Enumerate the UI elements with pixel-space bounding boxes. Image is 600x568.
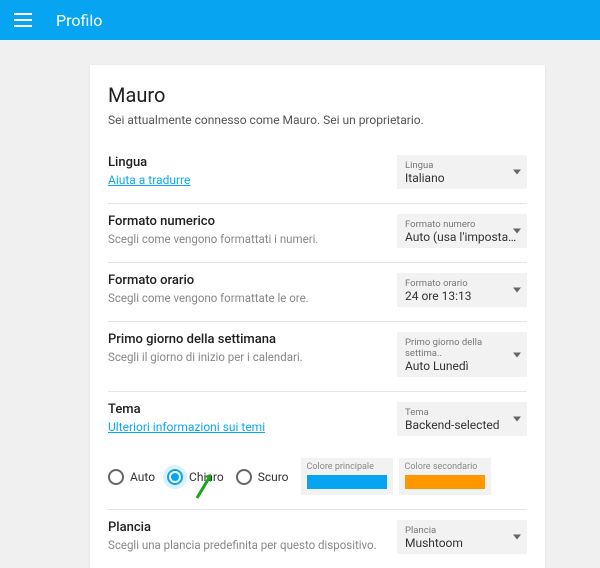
first-day-select-value: Auto Lunedì [405, 359, 519, 373]
language-select[interactable]: Lingua Italiano [397, 155, 527, 189]
theme-title: Tema [108, 402, 385, 417]
theme-radio-light[interactable] [167, 469, 183, 485]
top-bar: Profilo [0, 0, 600, 40]
chevron-down-icon [513, 352, 521, 357]
first-day-desc: Scegli il giorno di inizio per i calenda… [108, 350, 385, 364]
dashboard-title: Plancia [108, 520, 385, 535]
secondary-color-box: Colore secondario [399, 458, 491, 495]
theme-radio-light-label: Chiaro [189, 470, 224, 484]
number-format-select-value: Auto (usa l'impostazio [405, 230, 519, 244]
row-language: Lingua Aiuta a tradurre Lingua Italiano [108, 145, 527, 204]
row-dashboard: Plancia Scegli una plancia predefinita p… [108, 510, 527, 568]
first-day-select-label: Primo giorno della settima.. [405, 337, 519, 359]
dashboard-select-value: Mushtoom [405, 536, 519, 550]
theme-select-label: Tema [405, 407, 519, 418]
theme-radio-dark[interactable] [236, 469, 252, 485]
language-select-label: Lingua [405, 160, 519, 171]
language-title: Lingua [108, 155, 385, 170]
number-format-select-label: Formato numero [405, 219, 519, 230]
dashboard-desc: Scegli una plancia predefinita per quest… [108, 538, 385, 552]
dashboard-select[interactable]: Plancia Mushtoom [397, 520, 527, 554]
theme-radio-auto[interactable] [108, 469, 124, 485]
primary-color-swatch[interactable] [307, 475, 387, 489]
chevron-down-icon [513, 229, 521, 234]
chevron-down-icon [513, 170, 521, 175]
theme-radio-dark-label: Scuro [258, 470, 289, 484]
time-format-select-value: 24 ore 13:13 [405, 289, 519, 303]
chevron-down-icon [513, 535, 521, 540]
theme-select[interactable]: Tema Backend-selected [397, 402, 527, 436]
dashboard-select-label: Plancia [405, 525, 519, 536]
chevron-down-icon [513, 417, 521, 422]
time-format-select-label: Formato orario [405, 278, 519, 289]
time-format-desc: Scegli come vengono formattate le ore. [108, 291, 385, 305]
first-day-select[interactable]: Primo giorno della settima.. Auto Lunedì [397, 332, 527, 377]
theme-help-link[interactable]: Ulteriori informazioni sui temi [108, 420, 265, 434]
row-theme: Tema Ulteriori informazioni sui temi Tem… [108, 392, 527, 450]
profile-card: Mauro Sei attualmente connesso come Maur… [90, 65, 545, 568]
primary-color-box: Colore principale [301, 458, 393, 495]
number-format-title: Formato numerico [108, 214, 385, 229]
theme-radio-auto-label: Auto [130, 470, 155, 484]
page-title: Profilo [56, 11, 102, 30]
theme-mode-radios: Auto Chiaro Scuro Colore principale Colo… [108, 450, 527, 509]
time-format-title: Formato orario [108, 273, 385, 288]
profile-name: Mauro [108, 83, 527, 107]
row-number-format: Formato numerico Scegli come vengono for… [108, 204, 527, 263]
secondary-color-label: Colore secondario [405, 462, 485, 472]
menu-icon[interactable] [14, 10, 34, 30]
secondary-color-swatch[interactable] [405, 475, 485, 489]
first-day-title: Primo giorno della settimana [108, 332, 385, 347]
row-first-day: Primo giorno della settimana Scegli il g… [108, 322, 527, 392]
chevron-down-icon [513, 288, 521, 293]
theme-select-value: Backend-selected [405, 418, 519, 432]
primary-color-label: Colore principale [307, 462, 387, 472]
profile-subtitle: Sei attualmente connesso come Mauro. Sei… [108, 113, 527, 127]
number-format-select[interactable]: Formato numero Auto (usa l'impostazio [397, 214, 527, 248]
time-format-select[interactable]: Formato orario 24 ore 13:13 [397, 273, 527, 307]
language-select-value: Italiano [405, 171, 519, 185]
number-format-desc: Scegli come vengono formattati i numeri. [108, 232, 385, 246]
translate-help-link[interactable]: Aiuta a tradurre [108, 173, 190, 187]
row-time-format: Formato orario Scegli come vengono forma… [108, 263, 527, 322]
